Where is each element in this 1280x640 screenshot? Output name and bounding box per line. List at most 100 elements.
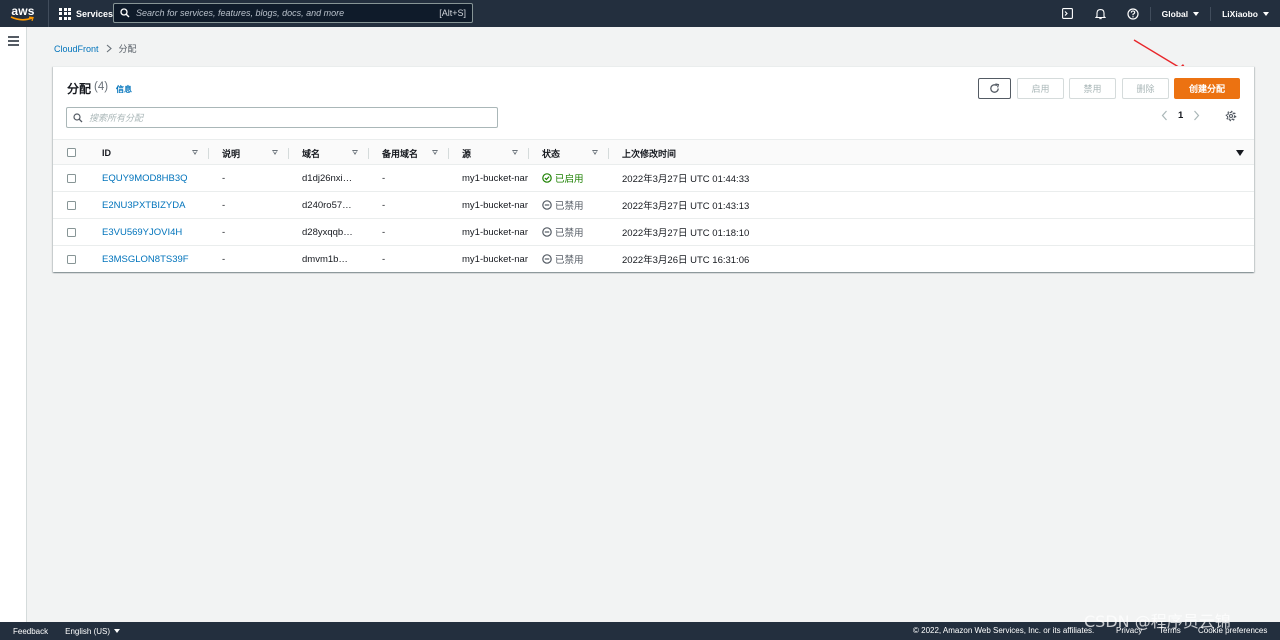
disable-button[interactable]: 禁用 — [1069, 78, 1116, 99]
status-badge: 已禁用 — [542, 219, 612, 245]
feedback-link[interactable]: Feedback — [13, 627, 48, 636]
chevron-down-icon — [1263, 11, 1269, 16]
origin-cell: my1-bucket-nar — [462, 253, 528, 265]
side-navigation-rail — [0, 27, 27, 622]
origin-cell: my1-bucket-nar — [462, 226, 528, 238]
table-row[interactable]: E2NU3PXTBIZYDA - d240ro57… - my1-bucket-… — [53, 192, 1254, 219]
last-modified-cell: 2022年3月27日 UTC 01:18:10 — [622, 228, 750, 239]
search-icon — [73, 112, 83, 122]
enable-button[interactable]: 启用 — [1017, 78, 1064, 99]
pagination: 1 — [1161, 110, 1200, 121]
account-menu[interactable]: LiXiaobo — [1211, 9, 1280, 19]
sort-descending-icon[interactable] — [1236, 150, 1244, 156]
help-button[interactable] — [1117, 0, 1150, 27]
copyright-text: © 2022, Amazon Web Services, Inc. or its… — [913, 626, 1095, 635]
chevron-down-icon — [114, 629, 121, 633]
row-checkbox[interactable] — [67, 255, 76, 264]
description-cell: - — [222, 253, 226, 265]
notifications-button[interactable] — [1084, 0, 1117, 27]
services-menu[interactable]: Services — [48, 0, 123, 27]
chevron-right-icon[interactable] — [1193, 110, 1200, 121]
top-navigation: aws Services [Alt+S] — [0, 0, 1280, 27]
column-header-status[interactable]: 状态 — [542, 140, 602, 166]
current-page[interactable]: 1 — [1178, 110, 1183, 121]
status-badge: 已禁用 — [542, 192, 612, 218]
distribution-id-link[interactable]: EQUY9MOD8HB3Q — [102, 165, 212, 191]
last-modified-cell: 2022年3月27日 UTC 01:44:33 — [622, 174, 750, 185]
services-label: Services — [76, 8, 114, 19]
row-checkbox[interactable] — [67, 201, 76, 210]
create-distribution-button[interactable]: 创建分配 — [1174, 78, 1240, 99]
origin-cell: my1-bucket-nar — [462, 172, 528, 184]
region-label: Global — [1161, 8, 1189, 19]
column-header-alternate-domain[interactable]: 备用域名 — [382, 140, 442, 166]
search-shortcut: [Alt+S] — [439, 8, 466, 18]
row-checkbox[interactable] — [67, 228, 76, 237]
alternate-domain-cell: - — [382, 172, 386, 184]
distribution-id-link[interactable]: E3VU569YJOVI4H — [102, 219, 212, 245]
aws-smile-icon — [10, 15, 34, 21]
info-link[interactable]: 信息 — [116, 84, 132, 95]
check-circle-icon — [542, 173, 552, 183]
search-input[interactable] — [136, 8, 440, 18]
chevron-down-icon — [1193, 11, 1200, 16]
distribution-count: (4) — [94, 81, 109, 93]
row-checkbox[interactable] — [67, 174, 76, 183]
minus-circle-icon — [542, 227, 552, 237]
menu-icon[interactable] — [8, 36, 19, 49]
filter-input[interactable] — [89, 112, 497, 123]
select-all-checkbox[interactable] — [67, 148, 76, 157]
breadcrumb: CloudFront 分配 — [54, 42, 137, 55]
chevron-left-icon[interactable] — [1161, 110, 1168, 121]
distribution-id-link[interactable]: E2NU3PXTBIZYDA — [102, 192, 212, 218]
column-header-description[interactable]: 说明 — [222, 140, 282, 166]
sort-icon — [192, 150, 198, 155]
table-header: ID 说明 域名 备用域名 源 状态 上次修改时间 — [53, 139, 1254, 165]
services-grid-icon — [59, 7, 71, 20]
aws-logo[interactable]: aws — [0, 0, 44, 27]
column-header-id[interactable]: ID — [102, 140, 202, 166]
language-selector[interactable]: English (US) — [65, 626, 121, 636]
alternate-domain-cell: - — [382, 199, 386, 211]
status-badge: 已禁用 — [542, 246, 612, 272]
breadcrumb-cloudfront[interactable]: CloudFront — [54, 44, 99, 54]
gear-icon[interactable] — [1225, 110, 1237, 122]
origin-cell: my1-bucket-nar — [462, 199, 528, 211]
sort-icon — [272, 150, 278, 155]
refresh-icon — [990, 83, 1000, 93]
distributions-panel: 分配 (4) 信息 启用 禁用 删除 创建分配 1 ID — [53, 66, 1254, 272]
delete-button[interactable]: 删除 — [1122, 78, 1169, 99]
breadcrumb-current: 分配 — [118, 44, 137, 54]
distribution-filter[interactable] — [66, 107, 498, 128]
sort-icon — [432, 150, 438, 155]
column-header-domain[interactable]: 域名 — [302, 140, 362, 166]
last-modified-cell: 2022年3月26日 UTC 16:31:06 — [622, 255, 750, 266]
help-icon — [1127, 7, 1139, 20]
minus-circle-icon — [542, 254, 552, 264]
watermark: CSDN @程序员云锦 — [1084, 612, 1231, 631]
account-name: LiXiaobo — [1222, 8, 1258, 19]
status-label: 已禁用 — [555, 201, 584, 212]
domain-cell: d28yxqqb… — [302, 226, 353, 238]
table-row[interactable]: EQUY9MOD8HB3Q - d1dj26nxi… - my1-bucket-… — [53, 165, 1254, 192]
region-selector[interactable]: Global — [1151, 9, 1210, 19]
language-label: English (US) — [65, 626, 111, 636]
search-icon — [120, 8, 130, 18]
last-modified-cell: 2022年3月27日 UTC 01:43:13 — [622, 201, 750, 212]
refresh-button[interactable] — [978, 78, 1011, 99]
panel-title: 分配 — [67, 82, 92, 96]
alternate-domain-cell: - — [382, 226, 386, 238]
global-search[interactable]: [Alt+S] — [113, 3, 473, 23]
minus-circle-icon — [542, 200, 552, 210]
sort-icon — [352, 150, 358, 155]
cloudshell-button[interactable] — [1051, 0, 1084, 27]
domain-cell: d1dj26nxi… — [302, 172, 353, 184]
column-header-last-modified[interactable]: 上次修改时间 — [622, 140, 822, 166]
description-cell: - — [222, 172, 226, 184]
table-row[interactable]: E3VU569YJOVI4H - d28yxqqb… - my1-bucket-… — [53, 219, 1254, 246]
bell-icon — [1094, 8, 1106, 19]
table-row[interactable]: E3MSGLON8TS39F - dmvm1b… - my1-bucket-na… — [53, 246, 1254, 273]
column-header-origin[interactable]: 源 — [462, 140, 522, 166]
distribution-id-link[interactable]: E3MSGLON8TS39F — [102, 246, 212, 272]
status-label: 已禁用 — [555, 228, 584, 239]
